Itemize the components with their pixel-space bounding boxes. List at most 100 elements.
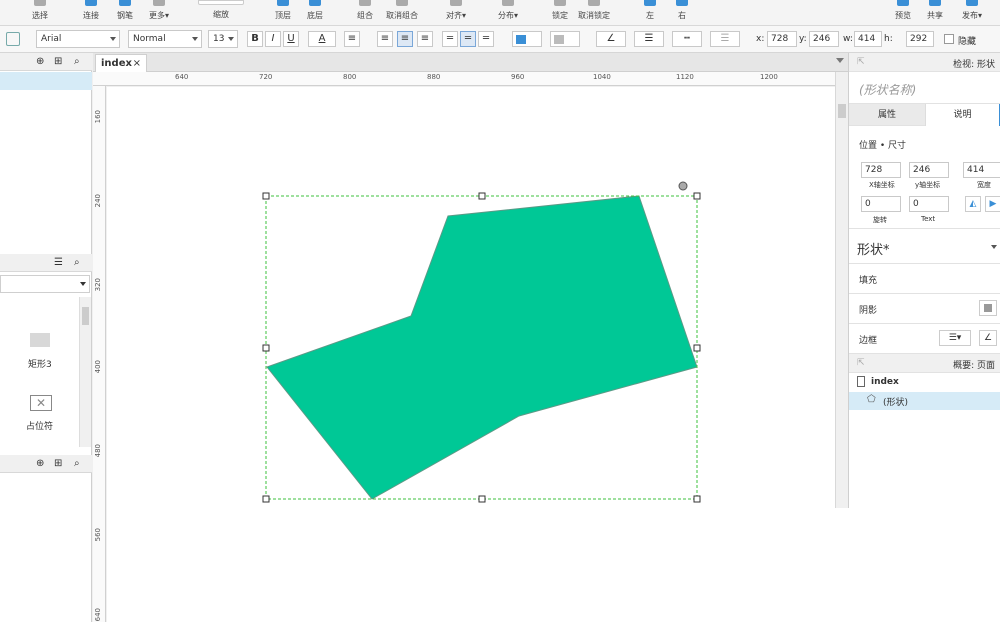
border-color-icon[interactable]: ∠ [979,330,997,346]
add-master-icon[interactable]: ⊕ [36,458,44,469]
resize-handle[interactable] [262,192,270,200]
lock-button[interactable]: 锁定 [546,0,574,26]
right-button[interactable]: 右 [670,0,694,26]
zoom-field[interactable] [198,0,244,5]
x-coord-field[interactable]: 728 [861,162,901,178]
resize-handle[interactable] [478,495,486,503]
rotation-field[interactable]: 0 [861,196,901,212]
hidden-checkbox[interactable] [944,34,954,44]
bring-to-front-button[interactable]: 顶层 [268,0,298,26]
shape-type-row[interactable]: 形状* [849,228,1000,264]
border-style-icon[interactable]: ☰▾ [939,330,971,346]
menu-icon[interactable]: ☰ [54,257,63,268]
line-style-button[interactable]: ┅ [672,31,702,47]
bold-button[interactable]: B [247,31,263,47]
tabs-menu-icon[interactable] [836,58,844,63]
publish-button[interactable]: 发布▾ [956,0,988,26]
resize-handle[interactable] [693,192,701,200]
unlock-button[interactable]: 取消锁定 [574,0,614,26]
font-size-select[interactable]: 13 [208,30,238,48]
add-folder-icon[interactable]: ⊞ [54,56,62,67]
pen-button[interactable]: 钢笔 [110,0,140,26]
y-field[interactable]: 246 [809,31,839,47]
y-coord-field[interactable]: 246 [909,162,949,178]
width-field[interactable]: 414 [963,162,1000,178]
font-color-button[interactable]: A [308,31,336,47]
resize-handle[interactable] [478,192,486,200]
style-icon[interactable] [6,32,20,46]
text-rotation-field[interactable]: 0 [909,196,949,212]
flip-vertical-icon[interactable]: ▶ [985,196,1000,212]
valign-middle-button[interactable]: ═ [460,31,476,47]
scroll-thumb[interactable] [838,104,846,118]
italic-button[interactable]: I [265,31,281,47]
chevron-down-icon [228,37,234,41]
tab-index[interactable]: index × [95,54,147,72]
left-button[interactable]: 左 [638,0,662,26]
resize-handle[interactable] [262,495,270,503]
masters-header: ⊕ ⊞ ⌕ [0,455,92,473]
arrow-style-button[interactable]: ☰ [710,31,740,47]
left-panel: ⊕ ⊞ ⌕ ☰ ⌕ 矩形3 ✕ 占位符 ⊕ ⊞ ⌕ [0,53,92,622]
font-style-select[interactable]: Normal [128,30,202,48]
more-button[interactable]: 更多▾ [143,0,175,26]
valign-bottom-button[interactable]: ═ [478,31,494,47]
polygon-shape[interactable] [266,195,698,500]
resize-handle[interactable] [693,344,701,352]
add-folder-icon[interactable]: ⊞ [54,458,62,469]
outline-page-item[interactable]: index [849,374,1000,392]
shadow-button[interactable] [550,31,580,47]
page-list-item[interactable] [0,72,92,90]
outline-shape-item[interactable]: ⬠ (形状) [849,392,1000,410]
valign-top-button[interactable]: ═ [442,31,458,47]
line-width-button[interactable]: ☰ [634,31,664,47]
collapse-icon[interactable]: ⇱ [857,358,865,368]
send-to-back-button[interactable]: 底层 [300,0,330,26]
align-center-button[interactable]: ≡ [397,31,413,47]
library-select[interactable] [0,275,90,293]
share-button[interactable]: 共享 [922,0,948,26]
search-icon[interactable]: ⌕ [74,458,80,469]
shadow-row[interactable]: 阴影 [849,294,1000,324]
fill-color-button[interactable] [512,31,542,47]
ungroup-button[interactable]: 取消组合 [382,0,422,26]
resize-handle[interactable] [693,495,701,503]
w-field[interactable]: 414 [854,31,882,47]
select-button[interactable]: 选择 [22,0,58,26]
add-page-icon[interactable]: ⊕ [36,56,44,67]
h-field[interactable]: 292 [906,31,934,47]
line-color-button[interactable]: ∠ [596,31,626,47]
preview-icon [897,0,909,6]
shadow-icon[interactable] [979,300,997,316]
shape-name-field[interactable]: (形状名称) [849,72,1000,104]
zoom-button[interactable]: 缩放 [196,0,246,26]
underline-button[interactable]: U [283,31,299,47]
group-button[interactable]: 组合 [350,0,380,26]
fill-row[interactable]: 填充 [849,264,1000,294]
design-canvas[interactable] [107,87,835,622]
flip-horizontal-icon[interactable]: ◭ [965,196,981,212]
align-button[interactable]: 对齐▾ [440,0,472,26]
align-right-button[interactable]: ≡ [417,31,433,47]
distribute-button[interactable]: 分布▾ [492,0,524,26]
widgets-scrollbar[interactable] [79,297,91,447]
rotation-handle[interactable] [678,181,688,191]
bullet-list-button[interactable]: ≡ [344,31,360,47]
widget-rectangle3[interactable]: 矩形3 [10,325,70,373]
search-icon[interactable]: ⌕ [74,257,80,268]
x-field[interactable]: 728 [767,31,797,47]
canvas-scrollbar[interactable] [835,72,848,508]
search-icon[interactable]: ⌕ [74,56,80,67]
font-family-select[interactable]: Arial [36,30,120,48]
connect-button[interactable]: 连接 [76,0,106,26]
tab-notes[interactable]: 说明 [925,104,1000,126]
close-icon[interactable]: × [133,55,141,72]
resize-handle[interactable] [262,344,270,352]
align-left-button[interactable]: ≡ [377,31,393,47]
collapse-icon[interactable]: ⇱ [857,57,865,67]
tab-properties[interactable]: 属性 [849,104,925,126]
border-row[interactable]: 边框 ☰▾ ∠ [849,324,1000,354]
scroll-thumb[interactable] [82,307,89,325]
preview-button[interactable]: 预览 [890,0,916,26]
widget-placeholder[interactable]: ✕ 占位符 [10,391,70,439]
